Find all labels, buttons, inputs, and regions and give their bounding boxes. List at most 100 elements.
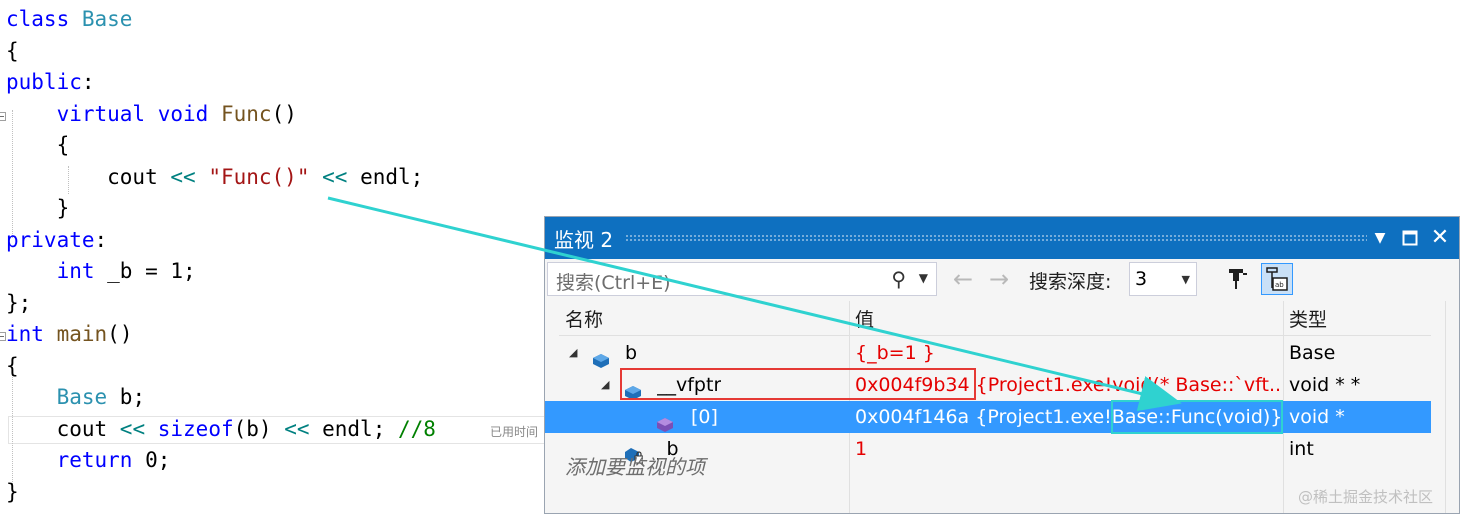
code-line[interactable]: cout << "Func()" << endl; bbox=[6, 162, 423, 193]
code-token: class bbox=[6, 7, 70, 31]
code-token: }; bbox=[6, 290, 32, 315]
code-line[interactable]: public: bbox=[6, 67, 95, 98]
watch-title: 监视 2 bbox=[554, 228, 614, 252]
chevron-down-icon: ▼ bbox=[1181, 273, 1190, 286]
maximize-icon[interactable] bbox=[1397, 225, 1423, 251]
code-token: int bbox=[56, 259, 95, 283]
code-line[interactable]: cout << sizeof(b) << endl; //8 bbox=[6, 414, 436, 445]
watch-type: Base bbox=[1289, 342, 1336, 364]
code-token: 0; bbox=[132, 448, 171, 472]
code-token: endl; bbox=[347, 164, 424, 189]
code-line[interactable]: { bbox=[6, 130, 70, 161]
watch-window[interactable]: 监视 2 ▼ ✕ 搜索(Ctrl+E) ⚲ ▼ ← → 搜索深度: 3 ▼ ab… bbox=[544, 216, 1460, 514]
code-token: { bbox=[6, 353, 19, 378]
search-next-icon[interactable]: → bbox=[989, 265, 1009, 293]
code-token: << bbox=[119, 416, 146, 441]
watch-toolbar: 搜索(Ctrl+E) ⚲ ▼ ← → 搜索深度: 3 ▼ ab bbox=[545, 259, 1459, 301]
code-token: { bbox=[6, 38, 19, 63]
code-line[interactable]: Base b; bbox=[6, 382, 146, 413]
code-line[interactable]: int main() bbox=[6, 319, 132, 350]
search-icon[interactable]: ⚲ bbox=[891, 267, 906, 291]
pointer-item-icon bbox=[657, 410, 673, 432]
search-options-dropdown-icon[interactable]: ▼ bbox=[919, 271, 928, 285]
column-header-type[interactable]: 类型 bbox=[1289, 305, 1327, 332]
search-previous-icon[interactable]: ← bbox=[953, 265, 973, 293]
hex-display-toggle-icon[interactable]: ab bbox=[1261, 263, 1293, 295]
search-depth-label: 搜索深度: bbox=[1029, 271, 1112, 293]
watch-type: void * bbox=[1289, 406, 1345, 428]
column-header-value[interactable]: 值 bbox=[855, 305, 874, 332]
search-depth-value: 3 bbox=[1135, 268, 1148, 290]
pin-filter-icon[interactable] bbox=[1221, 263, 1253, 295]
code-token: () bbox=[271, 101, 297, 126]
code-line[interactable]: private: bbox=[6, 225, 107, 256]
code-line[interactable]: } bbox=[6, 477, 19, 508]
add-watch-item-hint[interactable]: 添加要监视的项 bbox=[565, 451, 705, 480]
watch-row[interactable]: [0] 0x004f146a {Project1.exe!Base::Func(v… bbox=[545, 401, 1431, 433]
watch-row[interactable]: ◢ b {_b=1 } Base bbox=[559, 337, 1431, 369]
code-token: } bbox=[6, 479, 19, 504]
code-line[interactable]: virtual void Func() bbox=[6, 99, 297, 130]
code-token: (b) bbox=[233, 416, 285, 441]
code-line[interactable]: { bbox=[6, 36, 19, 67]
code-token: : bbox=[81, 70, 95, 94]
code-token: { bbox=[6, 133, 70, 157]
expand-collapse-icon[interactable]: ◢ bbox=[601, 369, 609, 401]
watermark: @稀土掘金技术社区 bbox=[1298, 488, 1434, 506]
code-line[interactable]: } bbox=[6, 193, 70, 224]
code-token: Base bbox=[81, 7, 133, 31]
code-line[interactable]: { bbox=[6, 351, 19, 382]
expand-collapse-icon[interactable]: ◢ bbox=[569, 337, 577, 369]
watch-type: void * * bbox=[1289, 374, 1361, 396]
titlebar-grip[interactable] bbox=[625, 234, 1367, 242]
code-token: Func bbox=[220, 101, 272, 126]
code-token: sizeof bbox=[157, 416, 234, 441]
code-token: : bbox=[94, 227, 108, 252]
code-token: Base bbox=[56, 385, 108, 409]
code-token: cout bbox=[6, 416, 120, 441]
search-depth-select[interactable]: 3 ▼ bbox=[1129, 262, 1197, 296]
code-token: _b = 1; bbox=[94, 259, 196, 283]
code-token: << bbox=[284, 416, 310, 441]
code-token: } bbox=[6, 196, 70, 220]
code-token: //8 bbox=[398, 416, 436, 441]
code-token: virtual bbox=[56, 101, 146, 126]
code-token: () bbox=[107, 322, 133, 346]
code-line[interactable]: return 0; bbox=[6, 445, 171, 476]
code-token: << bbox=[322, 164, 348, 189]
window-dropdown-icon[interactable]: ▼ bbox=[1367, 225, 1393, 251]
code-token: endl; bbox=[309, 416, 398, 441]
code-token: public bbox=[6, 70, 82, 94]
annotation-box-vfptr-name bbox=[620, 368, 976, 400]
code-line[interactable]: }; bbox=[6, 288, 31, 319]
code-token: int bbox=[6, 322, 44, 346]
code-line[interactable]: class Base bbox=[6, 4, 132, 35]
column-header-name[interactable]: 名称 bbox=[565, 305, 603, 332]
code-token: << bbox=[170, 164, 196, 189]
search-input[interactable]: 搜索(Ctrl+E) ⚲ ▼ bbox=[547, 262, 937, 296]
svg-text:ab: ab bbox=[1275, 281, 1284, 289]
code-token: main bbox=[56, 322, 108, 346]
code-line[interactable]: int _b = 1; bbox=[6, 256, 196, 287]
watch-value[interactable]: 1 bbox=[855, 433, 1283, 465]
watch-titlebar[interactable]: 监视 2 ▼ ✕ bbox=[545, 217, 1459, 259]
elapsed-time-hint: 已用时间 bbox=[490, 425, 539, 439]
code-token: return bbox=[56, 448, 133, 472]
code-token: "Func()" bbox=[208, 164, 310, 189]
close-icon[interactable]: ✕ bbox=[1427, 225, 1453, 251]
search-placeholder: 搜索(Ctrl+E) bbox=[556, 272, 671, 294]
watch-value[interactable]: {_b=1 } bbox=[855, 337, 1283, 369]
watch-grid[interactable]: 名称 值 类型 ◢ b {_b=1 } Base ◢ __vfptr 0x004f9b34 … bbox=[545, 301, 1459, 513]
annotation-box-func-symbol bbox=[1111, 400, 1283, 434]
code-token: void bbox=[157, 101, 209, 126]
grid-right-edge bbox=[1445, 301, 1446, 513]
